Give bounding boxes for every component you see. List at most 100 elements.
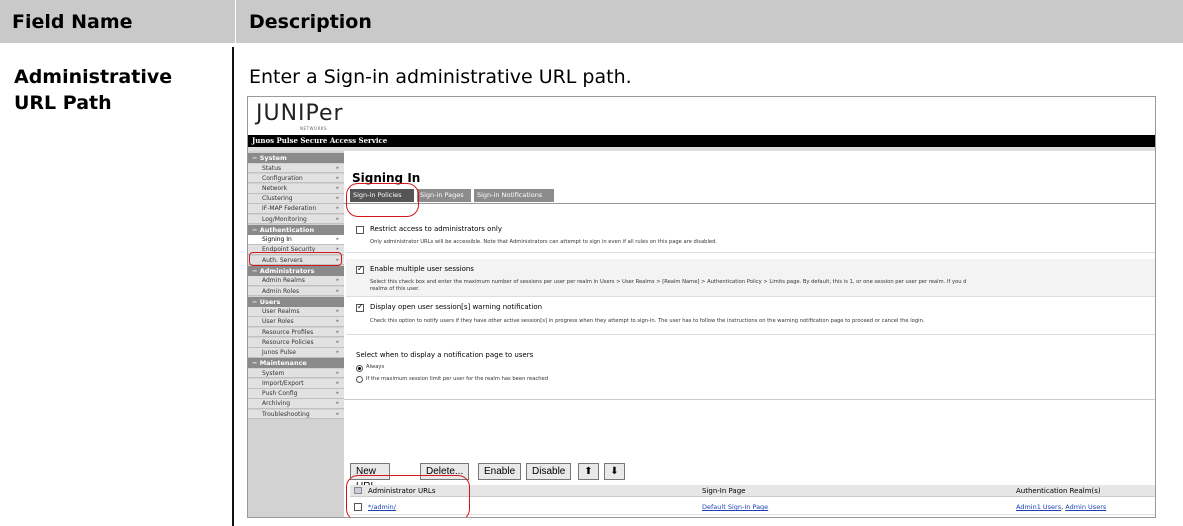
sidebar-label: Resource Profiles: [262, 328, 314, 336]
chevron-right-icon: ▸: [336, 318, 339, 325]
sidebar-item[interactable]: Resource Policies ▸: [248, 337, 344, 348]
sidebar-item[interactable]: Network ▸: [248, 183, 344, 194]
embedded-screenshot: JUNIPer NETWORKS Junos Pulse Secure Acce…: [247, 96, 1156, 518]
sidebar-label: Log/Monitoring: [262, 215, 307, 223]
move-up-button[interactable]: ⬆: [578, 463, 599, 480]
restrict-option: Restrict access to administrators only O…: [346, 219, 1155, 253]
chevron-right-icon: ▸: [336, 308, 339, 315]
sidebar-item[interactable]: Configuration ▸: [248, 173, 344, 184]
header-divider: [235, 0, 236, 45]
sidebar-item[interactable]: System ▸: [248, 368, 344, 379]
sidebar-label: Configuration: [262, 174, 303, 182]
realm-link[interactable]: Admin Users: [1065, 503, 1106, 511]
multi-session-label: Enable multiple user sessions: [370, 265, 474, 273]
sidebar-label: User Roles: [262, 318, 294, 326]
tab-sign-in-pages[interactable]: Sign-in Pages: [417, 189, 471, 202]
sign-in-page-link[interactable]: Default Sign-In Page: [702, 499, 768, 515]
main-content: Signing In Sign-in Policies Sign-in Page…: [344, 151, 1155, 517]
sign-in-page-link[interactable]: Default Sign-In Page: [702, 515, 768, 517]
sidebar-item[interactable]: Push Config ▸: [248, 389, 344, 399]
warning-option: Display open user session[s] warning not…: [346, 301, 1155, 335]
field-name-header: Field Name: [12, 11, 133, 33]
table-row: */david/Default Sign-In PageAdmin1 Users: [350, 515, 1155, 517]
multi-session-checkbox[interactable]: [356, 264, 364, 274]
sidebar-item[interactable]: Junos Pulse ▸: [248, 348, 344, 358]
sidebar-item[interactable]: Admin Realms ▸: [248, 276, 344, 287]
warning-label: Display open user session[s] warning not…: [370, 303, 543, 311]
sidebar: − System Status ▸ Configuration ▸ Network ▸ Clu…: [248, 151, 344, 517]
field-description: Enter a Sign-in administrative URL path.: [249, 66, 632, 88]
sidebar-item[interactable]: Clustering ▸: [248, 194, 344, 204]
product-titlebar: Junos Pulse Secure Access Service: [248, 135, 1155, 147]
sidebar-item[interactable]: Status ▸: [248, 163, 344, 174]
chevron-right-icon: ▸: [336, 215, 339, 222]
highlight-ring-urls: [346, 475, 470, 517]
chevron-right-icon: ▸: [336, 205, 339, 212]
chevron-right-icon: ▸: [336, 369, 339, 376]
restrict-label: Restrict access to administrators only: [370, 225, 502, 233]
chevron-right-icon: ▸: [336, 195, 339, 202]
disable-button[interactable]: Disable: [526, 463, 572, 480]
sidebar-section-header: − Maintenance: [248, 358, 344, 369]
sidebar-item[interactable]: Import/Export ▸: [248, 378, 344, 389]
sidebar-label: Signing In: [262, 236, 292, 244]
warning-checkbox[interactable]: [356, 302, 364, 312]
chevron-right-icon: ▸: [336, 287, 339, 294]
restrict-checkbox[interactable]: [356, 226, 364, 234]
column-divider: [232, 47, 234, 526]
product-title: Junos Pulse Secure Access Service: [252, 136, 388, 145]
move-down-button[interactable]: ⬇: [604, 463, 625, 480]
description-header: Description: [249, 11, 372, 33]
chevron-right-icon: ▸: [336, 379, 339, 386]
juniper-logo: JUNIPer: [256, 101, 344, 126]
radio-limit-label: If the maximum session limit per user fo…: [366, 376, 549, 382]
chevron-right-icon: ▸: [336, 410, 339, 417]
chevron-right-icon: ▸: [336, 184, 339, 191]
tab-underline: [344, 203, 1155, 204]
radio-always[interactable]: [356, 365, 363, 372]
chevron-right-icon: ▸: [336, 400, 339, 407]
sidebar-item[interactable]: IF-MAP Federation ▸: [248, 204, 344, 215]
sidebar-item[interactable]: User Realms ▸: [248, 307, 344, 317]
chevron-right-icon: ▸: [336, 328, 339, 335]
sidebar-label: − Maintenance: [252, 359, 307, 368]
chevron-right-icon: ▸: [336, 236, 339, 243]
realm-link[interactable]: Admin1 Users: [1016, 503, 1061, 511]
field-name-line2: URL Path: [14, 92, 112, 114]
chevron-right-icon: ▸: [336, 277, 339, 284]
sidebar-item[interactable]: Admin Roles ▸: [248, 286, 344, 297]
sidebar-item[interactable]: Log/Monitoring ▸: [248, 214, 344, 225]
chevron-right-icon: ▸: [336, 164, 339, 171]
sidebar-item[interactable]: Resource Profiles ▸: [248, 327, 344, 338]
sidebar-label: Archiving: [262, 400, 291, 408]
grid-header: Administrator URLs Sign-In Page Authenti…: [350, 485, 1155, 497]
multi-session-option: Enable multiple user sessions Select thi…: [346, 259, 1155, 297]
sidebar-label: Admin Realms: [262, 277, 305, 285]
sidebar-section-header: − Administrators: [248, 265, 344, 276]
multi-session-description-2: realms of this user.: [370, 286, 420, 292]
field-name-line1: Administrative: [14, 66, 173, 88]
sidebar-label: − Administrators: [252, 266, 315, 275]
sidebar-section-header: − System: [248, 153, 344, 163]
col-sign-in-page: Sign-In Page: [702, 487, 746, 495]
logo-subtext: NETWORKS: [300, 126, 328, 131]
sidebar-label: Import/Export: [262, 379, 304, 387]
sidebar-item[interactable]: Troubleshooting ▸: [248, 409, 344, 420]
sidebar-item[interactable]: Archiving ▸: [248, 399, 344, 410]
enable-button[interactable]: Enable: [478, 463, 522, 480]
sidebar-section-header: − Authentication: [248, 224, 344, 235]
col-auth-realms: Authentication Realm(s): [1016, 487, 1101, 495]
sidebar-item[interactable]: User Roles ▸: [248, 317, 344, 328]
chevron-right-icon: ▸: [336, 338, 339, 345]
radio-limit[interactable]: [356, 376, 363, 383]
sidebar-label: Troubleshooting: [262, 410, 310, 418]
warning-description: Check this option to notify users if the…: [370, 318, 925, 324]
table-row: */admin/Default Sign-In Page Admin1 Users…: [350, 499, 1155, 515]
chevron-right-icon: ▸: [336, 174, 339, 181]
sidebar-item[interactable]: Signing In ▸: [248, 235, 344, 245]
highlight-ring-tab: [346, 183, 419, 217]
highlight-ring-signing-in: [249, 252, 342, 266]
sidebar-label: System: [262, 369, 285, 377]
tab-sign-in-notifications[interactable]: Sign-in Notifications: [474, 189, 554, 202]
sidebar-label: − System: [252, 154, 287, 162]
